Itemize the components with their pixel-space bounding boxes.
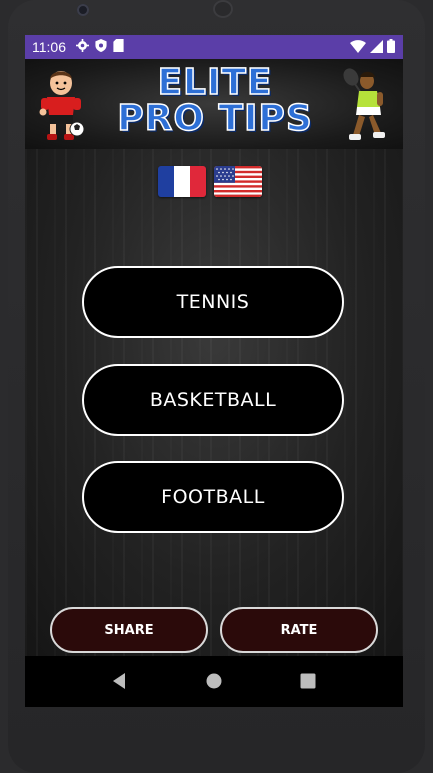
app-banner: ELITE PRO TIPS (25, 59, 403, 149)
gear-icon (76, 38, 89, 56)
app-title-line2: PRO TIPS (116, 98, 313, 139)
us-flag-icon[interactable] (214, 166, 262, 197)
earpiece-speaker (213, 0, 233, 18)
recents-icon[interactable] (297, 670, 319, 692)
french-flag-icon[interactable] (158, 166, 206, 197)
basketball-button[interactable]: BASKETBALL (82, 364, 344, 436)
share-button[interactable]: SHARE (50, 607, 208, 653)
phone-device: 11:06 ELITE PRO TIPS TENNIS BASKETBALL F… (0, 0, 433, 773)
wifi-icon (350, 39, 366, 57)
status-time: 11:06 (32, 39, 66, 55)
rate-button[interactable]: RATE (220, 607, 378, 653)
home-icon[interactable] (203, 670, 225, 692)
tennis-button[interactable]: TENNIS (82, 266, 344, 338)
football-button[interactable]: FOOTBALL (82, 461, 344, 533)
system-nav-bar (25, 656, 403, 707)
soccer-player-icon (37, 67, 85, 147)
shield-icon (95, 38, 107, 56)
app-title-line1: ELITE (157, 62, 273, 103)
tennis-player-icon (337, 67, 393, 149)
status-left-icons (76, 38, 124, 56)
signal-icon (370, 39, 383, 57)
back-icon[interactable] (108, 670, 130, 692)
sport-menu: TENNIS BASKETBALL FOOTBALL SHARE RATE (25, 149, 403, 656)
status-right-icons (350, 39, 395, 57)
status-bar: 11:06 (25, 35, 403, 59)
sd-card-icon (113, 38, 124, 56)
front-camera (77, 4, 89, 16)
app-screen: 11:06 ELITE PRO TIPS TENNIS BASKETBALL F… (25, 35, 403, 707)
app-title: ELITE PRO TIPS (105, 62, 325, 139)
battery-icon (387, 39, 395, 57)
